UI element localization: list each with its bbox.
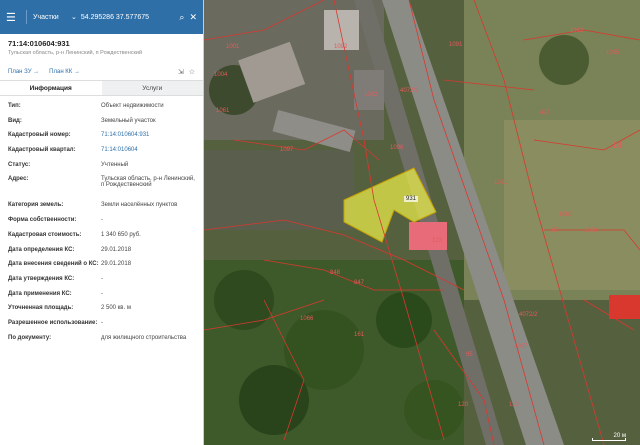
field-key: Категория земель: — [8, 202, 64, 209]
field-row: Уточненная площадь: 2 500 кв. м — [8, 302, 195, 317]
map-label-7: 1091 — [449, 42, 463, 48]
cadastral-map[interactable]: 931 1001 1004 1062 1061 1096 1097 1092 1… — [204, 0, 640, 445]
field-row: Тип: Объект недвижимости — [8, 100, 195, 115]
map-label-17: 161 — [354, 332, 365, 338]
menu-icon[interactable]: ☰ — [6, 11, 20, 24]
map-label-12: 1067 — [514, 344, 528, 350]
field-key: Вид: — [8, 117, 22, 124]
field-value: Земли населённых пунктов — [101, 202, 178, 209]
map-label-20: 123 — [432, 238, 443, 244]
search-input[interactable]: 54.295286 37.577675 — [81, 14, 175, 21]
field-value: - — [101, 275, 103, 282]
field-row: Дата внесения сведений о КС: 29.01.2018 — [8, 258, 195, 273]
field-key: Тип: — [8, 103, 21, 109]
cadastral-number-link[interactable]: 71:14:010604:931 — [101, 132, 195, 138]
field-key: По документу: — [8, 334, 52, 341]
field-row: Кадастровый квартал: 71:14:010604 — [8, 144, 195, 159]
field-value: для жилищного строительства — [101, 334, 187, 341]
field-list: Тип: Объект недвижимости Вид: Земельный уч… — [0, 96, 203, 350]
field-row: Разрешенное использование: - — [8, 317, 195, 332]
tab-information[interactable]: Информация — [0, 81, 102, 95]
field-row: По документу: для жилищного строительства — [8, 332, 195, 347]
parcel-header: 71:14:010604:931 Тульская область, р-н Л… — [0, 34, 203, 56]
tab-services[interactable]: Услуги — [101, 81, 203, 95]
field-row: Кадастровая стоимость: 1 340 650 руб. — [8, 229, 195, 244]
chevron-down-icon[interactable]: ⌄ — [71, 13, 77, 21]
field-value: - — [101, 217, 103, 224]
map-label-5: 1097 — [280, 147, 294, 153]
map-label-18: 4072/2 — [400, 88, 419, 94]
field-key: Кадастровый квартал: — [8, 147, 76, 154]
field-row: Статус: Учтенный — [8, 159, 195, 174]
field-row: Дата определения КС: 29.01.2018 — [8, 244, 195, 259]
map-label-13: 14 — [612, 140, 623, 150]
divider — [26, 10, 27, 24]
field-row: Адрес: Тульская область, р-н Ленинский, п… — [8, 173, 195, 199]
field-key: Кадастровый номер: — [8, 132, 71, 139]
map-label-21: 120 — [458, 402, 469, 408]
plan-links-row: План ЗУ → План КК → ⇲ ☆ — [0, 56, 203, 80]
map-label-9: 1090 — [584, 228, 598, 234]
field-row: Дата утверждения КС: - — [8, 273, 195, 288]
tabs: Информация Услуги — [0, 80, 203, 96]
field-row: Категория земель: Земли населённых пункто… — [8, 199, 195, 214]
map-label-3: 1061 — [216, 108, 230, 114]
map-label-23: 95 — [466, 352, 473, 358]
field-row: Вид: Земельный участок — [8, 115, 195, 130]
field-key: Разрешенное использование: — [8, 319, 98, 326]
field-key: Кадастровая стоимость: — [8, 231, 82, 238]
map-label-0: 1001 — [226, 44, 240, 50]
plan-zu-link[interactable]: План ЗУ → — [8, 69, 39, 75]
map-label-26: 1035 — [606, 50, 620, 56]
parcel-number-label[interactable]: 931 — [404, 196, 419, 202]
map-aerial-svg — [204, 0, 640, 445]
search-bar: ☰ Участки ⌄ 54.295286 37.577675 ⌕ ✕ — [0, 0, 203, 34]
map-label-14: 417 — [540, 110, 551, 116]
map-label-4: 1096 — [390, 145, 404, 151]
field-key: Адрес: — [8, 176, 29, 183]
field-key: Дата утверждения КС: — [8, 275, 75, 282]
field-value: 2 500 кв. м — [101, 305, 131, 312]
field-key: Уточненная площадь: — [8, 305, 74, 312]
plan-kk-link[interactable]: План КК → — [49, 69, 80, 75]
field-key: Дата определения КС: — [8, 246, 75, 253]
map-label-19: 4072/2 — [519, 312, 538, 318]
map-label-15: 848 — [330, 270, 341, 276]
field-row: Кадастровый номер: 71:14:010604:931 — [8, 129, 195, 144]
share-icon[interactable]: ⇲ — [178, 68, 184, 76]
map-scale-bar — [592, 438, 626, 441]
cadastral-quarter-link[interactable]: 71:14:010604 — [101, 147, 195, 153]
field-value: 29.01.2018 — [101, 261, 132, 268]
search-icon[interactable]: ⌕ — [179, 12, 184, 23]
field-value: Земельный участок — [101, 117, 156, 124]
star-icon[interactable]: ☆ — [189, 68, 195, 76]
map-label-27: 1012 — [570, 28, 584, 34]
field-value: - — [101, 290, 103, 297]
map-label-1: 1004 — [214, 72, 228, 78]
field-row: Форма собственности: - — [8, 214, 195, 229]
field-value: - — [101, 319, 103, 326]
field-value: Тульская область, р-н Ленинский, п Рожде… — [101, 176, 195, 189]
parcel-id: 71:14:010604:931 — [8, 39, 70, 48]
map-label-22: 110 — [509, 402, 519, 408]
map-label-11: 1066 — [300, 316, 314, 322]
close-icon[interactable]: ✕ — [189, 12, 197, 23]
field-key: Статус: — [8, 161, 31, 168]
field-value: Учтенный — [101, 161, 129, 168]
field-key: Форма собственности: — [8, 217, 77, 224]
field-key: Дата применения КС: — [8, 290, 72, 297]
field-value: Объект недвижимости — [101, 103, 164, 109]
map-label-2: 1062 — [364, 92, 378, 98]
field-value: 29.01.2018 — [101, 246, 132, 253]
field-key: Дата внесения сведений о КС: — [8, 261, 99, 268]
field-value: 1 340 650 руб. — [101, 231, 141, 238]
field-row: Дата применения КС: - — [8, 288, 195, 303]
map-label-16: 847 — [354, 280, 365, 286]
map-label-10: 1060 — [559, 212, 573, 218]
map-label-6: 1092 — [334, 44, 348, 50]
category-select[interactable]: Участки — [33, 14, 71, 21]
map-label-8: 1091 — [494, 180, 508, 186]
map-label-24: 97 — [552, 228, 559, 234]
info-panel: ☰ Участки ⌄ 54.295286 37.577675 ⌕ ✕ 71:1… — [0, 0, 204, 445]
